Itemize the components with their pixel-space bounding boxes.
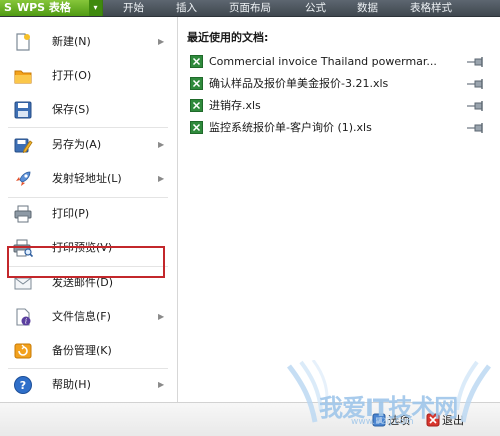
tab-formula[interactable]: 公式 <box>305 0 326 16</box>
print-preview-icon <box>13 239 33 258</box>
pin-icon[interactable] <box>466 78 486 90</box>
tab-page-layout[interactable]: 页面布局 <box>229 0 271 16</box>
xls-file-icon <box>190 77 203 90</box>
menu-item-send-light-link[interactable]: 发射轻地址(L) ▶ <box>0 162 177 196</box>
file-menu: 新建(N) ▶ 打开(O) 保存(S) 另存为(A) ▶ 发射轻地址(L) ▶ … <box>0 17 178 402</box>
file-info-icon: i <box>16 308 31 326</box>
submenu-arrow-icon: ▶ <box>158 140 165 149</box>
tab-table-style[interactable]: 表格样式 <box>410 0 452 16</box>
wps-logo-icon: S <box>4 1 12 14</box>
recent-documents-panel: 最近使用的文档: Commercial invoice Thailand pow… <box>178 17 500 402</box>
menu-item-label: 新建(N) <box>52 35 91 48</box>
recent-doc-item[interactable]: 监控系统报价单-客户询价 (1).xls <box>178 118 500 138</box>
menu-item-label: 保存(S) <box>52 103 90 116</box>
options-label: 选项 <box>388 414 410 427</box>
menu-item-save[interactable]: 保存(S) <box>0 93 177 127</box>
xls-file-icon <box>190 99 203 112</box>
menu-item-label: 打印预览(V) <box>52 241 113 254</box>
recent-doc-item[interactable]: 进销存.xls <box>178 96 500 116</box>
app-name: WPS 表格 <box>16 1 71 14</box>
menu-item-help[interactable]: ? 帮助(H) ▶ <box>0 368 177 402</box>
exit-button[interactable]: 退出 <box>426 411 464 431</box>
app-menu-button[interactable]: S WPS 表格 ▾ <box>0 0 103 16</box>
svg-text:?: ? <box>20 379 26 392</box>
tab-insert[interactable]: 插入 <box>176 0 197 16</box>
menu-item-label: 发射轻地址(L) <box>52 172 122 185</box>
menu-item-print-preview[interactable]: 打印预览(V) <box>0 231 177 265</box>
menu-item-backup[interactable]: 备份管理(K) <box>0 334 177 368</box>
menu-item-label: 另存为(A) <box>52 138 102 151</box>
submenu-arrow-icon: ▶ <box>158 312 165 321</box>
save-disk-icon <box>14 101 32 119</box>
menu-footer: 选项 退出 <box>0 402 500 436</box>
exit-close-icon <box>426 413 440 427</box>
menu-item-file-info[interactable]: i 文件信息(F) ▶ <box>0 300 177 334</box>
tab-data[interactable]: 数据 <box>357 0 378 16</box>
help-icon: ? <box>14 376 32 394</box>
pin-icon[interactable] <box>466 56 486 68</box>
pin-icon[interactable] <box>466 100 486 112</box>
svg-text:i: i <box>25 318 27 326</box>
recent-doc-name: 进销存.xls <box>209 99 261 112</box>
tab-home[interactable]: 开始 <box>123 0 144 16</box>
menu-item-label: 备份管理(K) <box>52 344 112 357</box>
ribbon-bar: S WPS 表格 ▾ 开始 插入 页面布局 公式 数据 表格样式 <box>0 0 500 17</box>
xls-file-icon <box>190 121 203 134</box>
save-as-icon <box>14 138 33 154</box>
submenu-arrow-icon: ▶ <box>158 380 165 389</box>
pin-icon[interactable] <box>466 122 486 134</box>
menu-item-print[interactable]: 打印(P) <box>0 197 177 231</box>
options-button[interactable]: 选项 <box>372 411 410 431</box>
backup-icon <box>14 343 32 359</box>
menu-item-new[interactable]: 新建(N) ▶ <box>0 25 177 59</box>
menu-item-send-email[interactable]: 发送邮件(D) <box>0 266 177 300</box>
menu-item-label: 打开(O) <box>52 69 92 82</box>
rocket-icon <box>16 171 31 186</box>
menu-item-save-as[interactable]: 另存为(A) ▶ <box>0 128 177 162</box>
menu-item-label: 文件信息(F) <box>52 310 111 323</box>
chevron-down-icon[interactable]: ▾ <box>89 0 102 16</box>
menu-item-open[interactable]: 打开(O) <box>0 59 177 93</box>
mail-envelope-icon <box>14 277 32 290</box>
recent-doc-name: Commercial invoice Thailand powermar... <box>209 55 437 68</box>
printer-icon <box>14 205 32 223</box>
new-document-icon <box>16 33 30 51</box>
recent-doc-name: 确认样品及报价单美金报价-3.21.xls <box>209 77 389 90</box>
recent-documents-title: 最近使用的文档: <box>187 31 269 44</box>
submenu-arrow-icon: ▶ <box>158 174 165 183</box>
xls-file-icon <box>190 55 203 68</box>
menu-item-label: 发送邮件(D) <box>52 276 114 289</box>
exit-label: 退出 <box>442 414 464 427</box>
recent-doc-name: 监控系统报价单-客户询价 (1).xls <box>209 121 372 134</box>
options-icon <box>372 413 386 427</box>
recent-doc-item[interactable]: 确认样品及报价单美金报价-3.21.xls <box>178 74 500 94</box>
open-folder-icon <box>14 70 32 84</box>
recent-doc-item[interactable]: Commercial invoice Thailand powermar... <box>178 52 500 72</box>
menu-item-label: 打印(P) <box>52 207 90 220</box>
menu-item-label: 帮助(H) <box>52 378 91 391</box>
submenu-arrow-icon: ▶ <box>158 37 165 46</box>
